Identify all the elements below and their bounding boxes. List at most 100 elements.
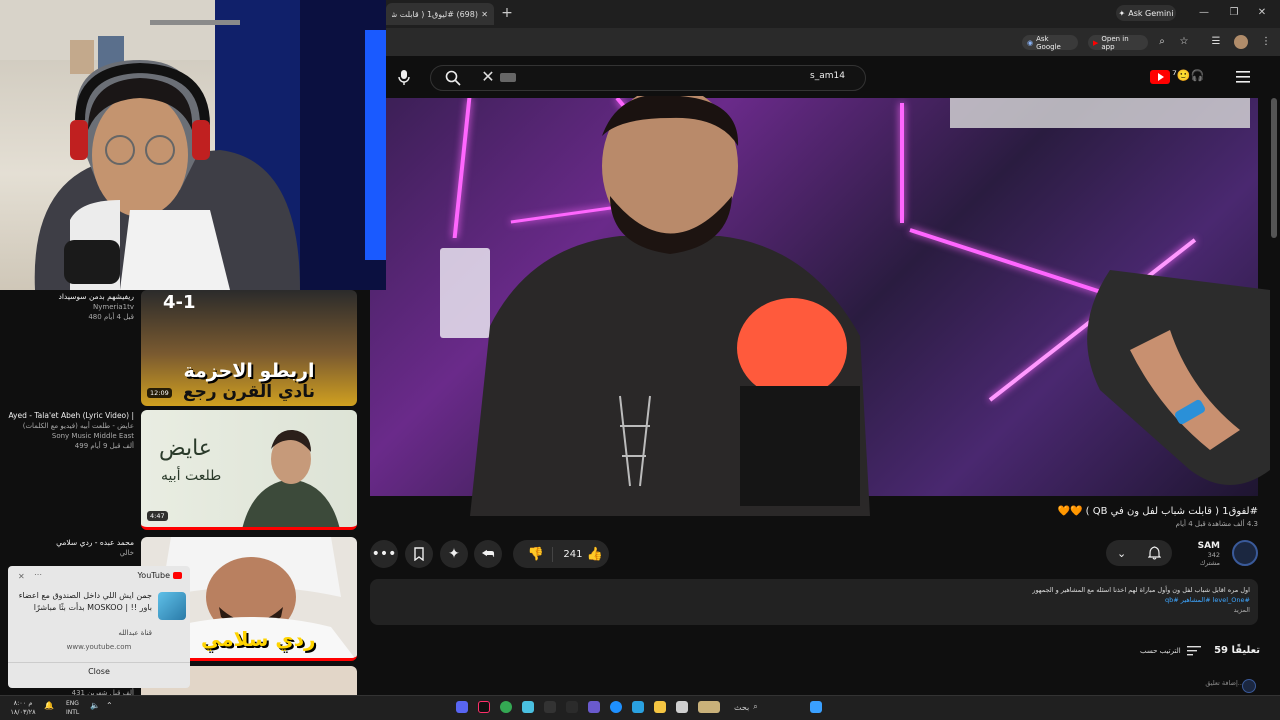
- microphone-icon[interactable]: [395, 68, 413, 86]
- thumbnail-text: اربطو الاحزمة: [183, 360, 315, 382]
- zoom-icon[interactable]: ⌕: [1154, 34, 1170, 50]
- like-count: 241: [563, 548, 583, 560]
- youtube-app-icon: ▶: [1093, 38, 1099, 47]
- open-in-app-label: Open in app: [1101, 34, 1129, 51]
- ask-gemini-button[interactable]: ✦ Ask Gemini: [1116, 5, 1176, 21]
- sparkle-icon: ✦: [448, 546, 460, 562]
- open-in-app-button[interactable]: ▶ Open in app: [1088, 34, 1148, 51]
- notification-close-button[interactable]: Close: [8, 667, 190, 676]
- header-extension-badges: ⁷🙂🎧: [1172, 68, 1216, 86]
- edge-icon[interactable]: [610, 701, 622, 713]
- language-indicator[interactable]: ENG INTL: [66, 699, 86, 719]
- list-item[interactable]: ريفيشهم بدمن سوسيداد Nymeria1tv 480 قبل …: [0, 292, 135, 322]
- like-dislike-group: 👎 241 👍: [513, 540, 609, 568]
- ask-gemini-label: Ask Gemini: [1128, 8, 1174, 18]
- add-comment-input[interactable]: إضافة تعليق...: [1150, 679, 1244, 689]
- share-button[interactable]: ⮪: [474, 540, 502, 568]
- neon-light: [900, 103, 904, 223]
- extensions-icon[interactable]: ☰: [1208, 34, 1224, 50]
- new-tab-icon[interactable]: +: [500, 6, 514, 20]
- sidebar-channel: Nymeria1tv: [93, 303, 134, 311]
- notification-toast[interactable]: ✕ ⋯ YouTube جمن ايش اللي داخل الصندوق مع…: [8, 566, 190, 688]
- chrome-icon[interactable]: [500, 701, 512, 713]
- sort-by-label: الترتيب حسب: [1140, 647, 1181, 655]
- search-input[interactable]: s_am14: [810, 71, 860, 85]
- tab-title: (698) #ليوق1 ( قابلت شباب لفل ون: [392, 9, 478, 19]
- browser-menu-icon[interactable]: ⋮: [1258, 34, 1274, 50]
- streamer-webcam-figure: [0, 0, 386, 290]
- sort-icon: [1186, 646, 1201, 656]
- channel-info[interactable]: SAM 342 مشترك: [1186, 541, 1220, 567]
- thumbnail-text: ردي سلامي: [201, 627, 316, 651]
- dislike-icon[interactable]: 👎: [519, 546, 554, 562]
- browser-tab[interactable]: (698) #ليوق1 ( قابلت شباب لفل ون ✕: [386, 3, 494, 25]
- thumbnail-score: 4-1: [163, 292, 196, 313]
- clear-search-icon[interactable]: ✕: [481, 69, 495, 85]
- channel-avatar[interactable]: [1232, 540, 1258, 566]
- sidebar-thumbnail[interactable]: عايض طلعت أبيه 4:47: [141, 410, 357, 530]
- subscribe-options-button[interactable]: ⌄: [1106, 540, 1172, 566]
- neon-light: [452, 98, 472, 238]
- taskbar-search[interactable]: بحث ⌕: [734, 701, 794, 713]
- singer-figure: [242, 429, 340, 527]
- bell-icon[interactable]: 🔔: [44, 701, 58, 713]
- volume-icon[interactable]: 🔈: [90, 701, 102, 713]
- taskbar-clock[interactable]: م ٨:٠٠ ١٨/٠٣/٢٨: [6, 699, 40, 719]
- notification-source: www.youtube.com: [66, 643, 132, 651]
- page-scrollbar[interactable]: [1271, 98, 1277, 238]
- store-icon[interactable]: [632, 701, 644, 713]
- headphones-icon: 🎧: [1190, 69, 1205, 82]
- vscode-icon[interactable]: [588, 701, 600, 713]
- discord-icon[interactable]: [456, 701, 468, 713]
- search-box[interactable]: [430, 65, 866, 91]
- like-icon[interactable]: 👍: [586, 547, 602, 562]
- thumbnail-text: عايض: [159, 436, 212, 461]
- chevron-up-icon[interactable]: ⌃: [106, 701, 116, 713]
- wallpaper-icon[interactable]: [698, 701, 720, 713]
- notification-subtext: قناة عبدالله: [118, 629, 152, 637]
- notification-app: YouTube: [137, 571, 182, 580]
- description-more[interactable]: المزيد: [980, 605, 1250, 615]
- search-icon[interactable]: [444, 69, 462, 87]
- maximize-icon[interactable]: ❐: [1226, 5, 1242, 21]
- notification-more-icon[interactable]: ⋯: [34, 570, 42, 579]
- description-tags[interactable]: #level_One #المشاهير #qb: [980, 595, 1250, 605]
- sort-by-button[interactable]: الترتيب حسب: [1140, 645, 1204, 657]
- sidebar-meta: 499 ألف قبل 9 أيام: [74, 442, 134, 450]
- tiktok-icon[interactable]: [478, 701, 490, 713]
- close-tab-icon[interactable]: ✕: [481, 10, 488, 19]
- ask-google-button[interactable]: ◉ Ask Google: [1022, 35, 1078, 51]
- minimize-icon[interactable]: —: [1196, 5, 1212, 21]
- more-horizontal-icon: •••: [371, 546, 397, 562]
- notepad-icon[interactable]: [676, 701, 688, 713]
- bookmark-star-icon[interactable]: ☆: [1176, 34, 1192, 50]
- app-icon[interactable]: [522, 701, 534, 713]
- sidebar-video-title: محمد عبده - ردي سلامي: [56, 538, 134, 547]
- list-item[interactable]: محمد عبده - ردي سلامي خالي: [0, 538, 134, 558]
- list-item[interactable]: Ayed - Tala'et Abeh (Lyric Video) | عايض…: [0, 411, 134, 451]
- video-meta: 4.3 ألف مشاهدة قبل 4 أيام: [1175, 520, 1258, 528]
- ask-ai-button[interactable]: ✦: [440, 540, 468, 568]
- close-window-icon[interactable]: ✕: [1254, 5, 1270, 21]
- notification-text: جمن ايش اللي داخل الصندوق مع اعضاء باور …: [18, 591, 152, 612]
- webcam-overlay: [0, 0, 386, 290]
- backdrop-logo: [950, 98, 1250, 128]
- notification-divider: [8, 662, 190, 663]
- sidebar-thumbnail[interactable]: 4-1 اربطو الاحزمة نادي القرن رجع 12:09: [141, 290, 357, 406]
- description-text: اول مره اقابل شباب لفل ون وأول مباراة له…: [980, 585, 1250, 621]
- keyboard-layout: INTL: [66, 709, 80, 716]
- sidebar-video-title: ريفيشهم بدمن سوسيداد: [58, 292, 135, 301]
- terminal-icon[interactable]: [544, 701, 556, 713]
- windows-start-icon[interactable]: [810, 701, 822, 713]
- file-explorer-icon[interactable]: [654, 701, 666, 713]
- profile-avatar[interactable]: [1234, 35, 1248, 49]
- more-actions-button[interactable]: •••: [370, 540, 398, 568]
- lens-icon: ◉: [1027, 38, 1034, 47]
- save-button[interactable]: [405, 540, 433, 568]
- youtube-logo-icon[interactable]: [1150, 70, 1170, 84]
- sidebar-video-title: Ayed - Tala'et Abeh (Lyric Video) |: [8, 411, 134, 420]
- notification-close-icon[interactable]: ✕: [18, 572, 25, 581]
- user-avatar: [1242, 679, 1256, 693]
- hamburger-menu-icon[interactable]: [1235, 70, 1251, 84]
- game-icon[interactable]: [566, 701, 578, 713]
